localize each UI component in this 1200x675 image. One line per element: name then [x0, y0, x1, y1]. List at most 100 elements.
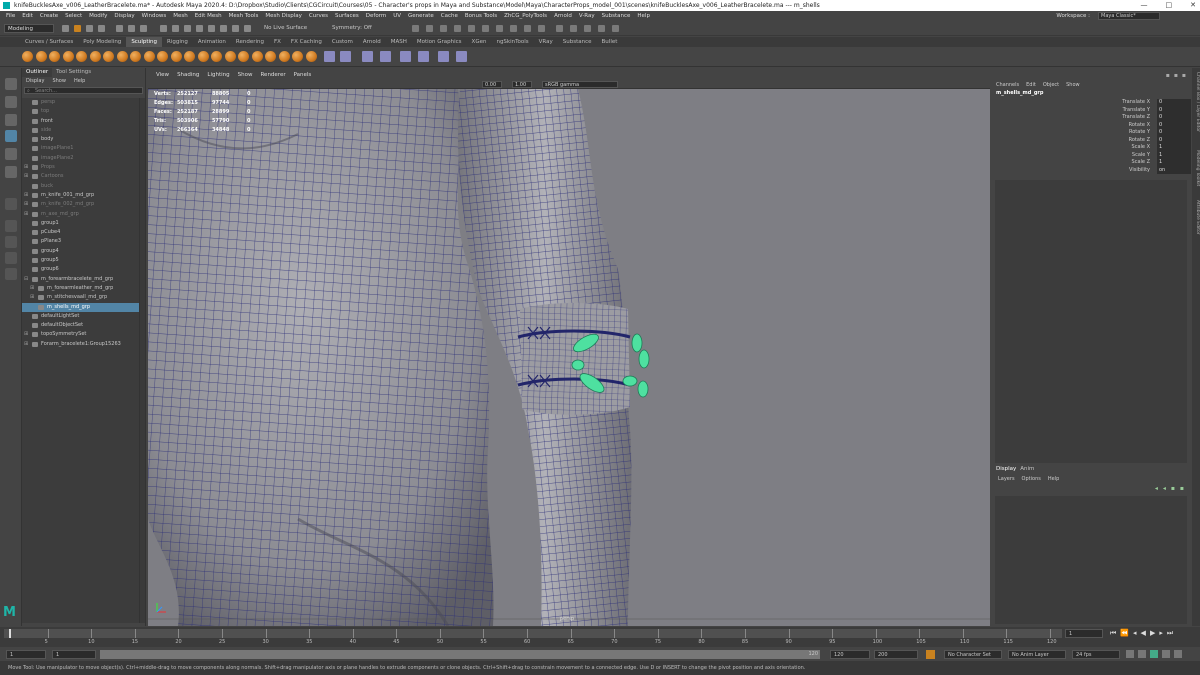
two-view-layout-icon[interactable] — [5, 252, 17, 264]
key-icon[interactable]: ▪ — [1166, 72, 1170, 79]
expand-toggle-icon[interactable]: ⊞ — [24, 330, 28, 339]
sculpt-brush-icon[interactable] — [224, 51, 236, 62]
live-surface-label[interactable]: No Live Surface — [264, 25, 307, 31]
step-back-key-icon[interactable]: ⏪ — [1120, 629, 1129, 638]
outliner-item[interactable]: imagePlane1 — [22, 144, 140, 153]
rotate-tool-icon[interactable] — [5, 148, 17, 160]
tab-tool-settings[interactable]: Tool Settings — [52, 68, 95, 77]
step-forward-icon[interactable]: ▸ — [1159, 629, 1163, 638]
expand-toggle-icon[interactable]: ⊟ — [24, 275, 28, 284]
viewport-persp[interactable]: Verts: 252127 88805 0 Edges: 503815 97744 0 Face… — [148, 89, 990, 626]
render-tool-icon[interactable] — [454, 25, 461, 32]
axis-tool-icon[interactable] — [5, 198, 17, 210]
status-tool-icon[interactable] — [196, 25, 203, 32]
expand-toggle-icon[interactable]: ⊞ — [24, 340, 28, 349]
channel-attr-value[interactable]: 1 — [1157, 144, 1191, 152]
render-tool-icon[interactable] — [584, 25, 591, 32]
current-frame-field[interactable]: 1 — [1065, 629, 1103, 638]
move-layer-down-icon[interactable]: ◂ — [1163, 485, 1166, 492]
sculpt-brush-icon[interactable] — [89, 51, 101, 62]
sculpt-brush-icon[interactable] — [62, 51, 74, 62]
sculpt-brush-icon[interactable] — [251, 51, 263, 62]
outliner-item[interactable]: ⊟ m_forearmbracelete_md_grp — [22, 275, 140, 284]
sculpt-tool-icon[interactable] — [418, 51, 429, 62]
outliner-menu-show[interactable]: Show — [52, 77, 66, 85]
paint-select-icon[interactable] — [5, 114, 17, 126]
menu-help[interactable]: Help — [634, 13, 654, 19]
shelf-tab-poly-modeling[interactable]: Poly Modeling — [78, 37, 126, 47]
minimize-button[interactable]: — — [1141, 0, 1148, 11]
sculpt-brush-icon[interactable] — [130, 51, 141, 62]
sculpt-brush-icon[interactable] — [103, 51, 114, 62]
channel-attr-value[interactable]: 0 — [1157, 129, 1191, 137]
time-slider-bar[interactable]: 5 10 15 20 25 30 35 40 45 50 55 60 65 70 75 80 85 90 95 100… — [4, 629, 1062, 645]
workspace-selector[interactable]: Workspace : Maya Classic* — [1053, 12, 1160, 20]
menu-set-dropdown[interactable]: Modeling — [4, 24, 54, 33]
status-tool-icon[interactable] — [208, 25, 215, 32]
outliner-item[interactable]: ⊞ m_forearmleather_md_grp — [22, 284, 140, 293]
lock-icon[interactable]: ▪ — [1174, 72, 1178, 79]
playback-start-field[interactable]: 1 — [52, 650, 96, 659]
tab-modeling-toolkit[interactable]: Modeling Toolkit — [1192, 150, 1200, 186]
status-tool-icon[interactable] — [116, 25, 123, 32]
viewport-menu-lighting[interactable]: Lighting — [203, 71, 233, 80]
sculpt-brush-icon[interactable] — [157, 51, 168, 62]
menu-select[interactable]: Select — [62, 13, 86, 19]
sculpt-brush-icon[interactable] — [170, 51, 182, 62]
channel-attr-value[interactable]: 0 — [1157, 106, 1191, 114]
loop-icon[interactable] — [1126, 650, 1134, 658]
fps-dropdown[interactable]: 24 fps — [1072, 650, 1120, 659]
sculpt-brush-icon[interactable] — [116, 51, 128, 62]
outliner-item[interactable]: defaultObjectSet — [22, 321, 140, 330]
anim-layer-dropdown[interactable]: No Anim Layer — [1008, 650, 1066, 659]
channel-attr[interactable]: Rotate X 0 — [1104, 121, 1191, 129]
shelf-tab-xgen[interactable]: XGen — [467, 37, 492, 47]
four-view-layout-icon[interactable] — [5, 236, 17, 248]
channel-attr-value[interactable]: 0 — [1157, 121, 1191, 129]
channel-attr-value[interactable]: 0 — [1157, 99, 1191, 107]
outliner-item[interactable]: defaultLightSet — [22, 312, 140, 321]
outliner-item[interactable]: ⊞ m_stitchesvaall_md_grp — [22, 293, 140, 302]
go-to-start-icon[interactable]: ⏮ — [1110, 629, 1116, 638]
viewport-menu-panels[interactable]: Panels — [290, 71, 316, 80]
outliner-menu-display[interactable]: Display — [26, 77, 44, 85]
shelf-tab-motion-graphics[interactable]: Motion Graphics — [412, 37, 467, 47]
shelf-tab-custom[interactable]: Custom — [327, 37, 358, 47]
render-tool-icon[interactable] — [412, 25, 419, 32]
expand-toggle-icon[interactable]: ⊞ — [24, 172, 28, 181]
character-set-dropdown[interactable]: No Character Set — [944, 650, 1002, 659]
anim-prefs-icon[interactable] — [1162, 650, 1170, 658]
sculpt-brush-icon[interactable] — [211, 51, 222, 62]
channel-attr[interactable]: Scale Z 1 — [1104, 159, 1191, 167]
channel-attr[interactable]: Translate Y 0 — [1104, 106, 1191, 114]
start-frame-field[interactable]: 1 — [6, 650, 46, 659]
lasso-tool-icon[interactable] — [5, 96, 17, 108]
render-tool-icon[interactable] — [570, 25, 577, 32]
menu-modify[interactable]: Modify — [86, 13, 111, 19]
colorspace-dropdown[interactable]: sRGB gamma — [542, 81, 618, 88]
channel-attr-value[interactable]: 1 — [1157, 159, 1191, 167]
viewport-menu-show[interactable]: Show — [234, 71, 257, 80]
menu-windows[interactable]: Windows — [139, 13, 171, 19]
status-tool-icon[interactable] — [220, 25, 227, 32]
sculpt-tool-icon[interactable] — [340, 51, 351, 62]
outliner-item[interactable]: m_shells_md_grp — [22, 302, 140, 312]
single-view-layout-icon[interactable] — [5, 220, 17, 232]
shelf-tab-animation[interactable]: Animation — [193, 37, 231, 47]
menu-cache[interactable]: Cache — [438, 13, 462, 19]
channel-attr-value[interactable]: on — [1157, 166, 1191, 174]
status-tool-icon[interactable] — [232, 25, 239, 32]
render-tool-icon[interactable] — [440, 25, 447, 32]
outliner-item[interactable]: ⊞ m_knife_002_md_grp — [22, 200, 140, 209]
menu-deform[interactable]: Deform — [363, 13, 390, 19]
tab-attribute-editor[interactable]: Attribute Editor — [1192, 200, 1200, 235]
expand-toggle-icon[interactable]: ⊞ — [30, 284, 34, 293]
viewport-menu-shading[interactable]: Shading — [173, 71, 203, 80]
shelf-tab-ngskintools[interactable]: ngSkinTools — [491, 37, 533, 47]
expand-toggle-icon[interactable]: ⊞ — [24, 191, 28, 200]
outliner-item[interactable]: pCube4 — [22, 228, 140, 237]
go-to-end-icon[interactable]: ⏭ — [1167, 629, 1173, 638]
edit-menu[interactable]: Edit — [1026, 82, 1036, 88]
range-fill[interactable] — [100, 650, 820, 659]
channel-attr[interactable]: Rotate Z 0 — [1104, 136, 1191, 144]
